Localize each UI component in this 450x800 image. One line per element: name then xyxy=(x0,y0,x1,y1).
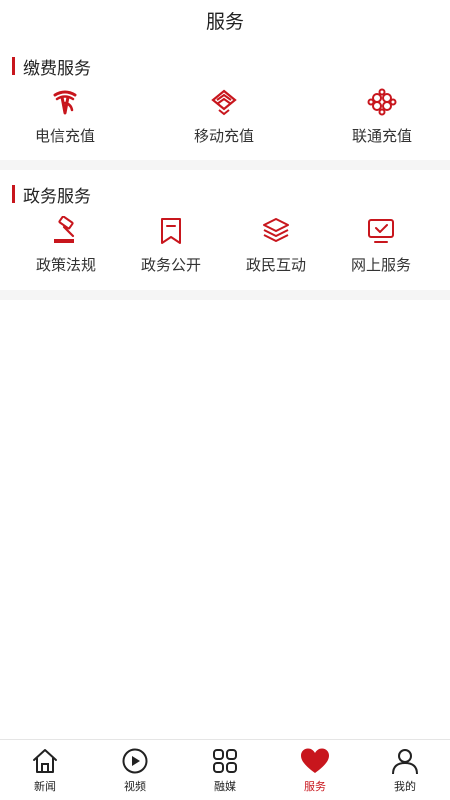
policy-regulations-button[interactable]: 政策法规 xyxy=(16,216,116,275)
tab-media-label: 融媒 xyxy=(214,780,236,793)
section-title-text: 缴费服务 xyxy=(23,58,91,79)
citizen-interaction-label: 政民互动 xyxy=(245,256,306,274)
section-title-payment: 缴费服务 xyxy=(12,55,91,79)
play-circle-icon xyxy=(120,746,150,776)
tab-video[interactable]: 视频 xyxy=(90,740,180,800)
government-affairs-open-label: 政务公开 xyxy=(140,256,201,274)
page-title-text: 服务 xyxy=(205,10,244,33)
china-mobile-icon xyxy=(209,87,239,117)
government-affairs-open-button[interactable]: 政务公开 xyxy=(121,216,221,275)
layers-icon xyxy=(261,216,291,246)
tab-video-label: 视频 xyxy=(124,780,146,793)
tab-news[interactable]: 新闻 xyxy=(0,740,90,800)
china-unicom-icon xyxy=(367,87,397,117)
section-divider xyxy=(0,160,450,170)
page-title: 服务 xyxy=(0,0,450,40)
china-telecom-icon xyxy=(50,87,80,117)
mobile-recharge-button[interactable]: 移动充值 xyxy=(174,87,274,146)
grid-icon xyxy=(210,746,240,776)
heart-icon xyxy=(300,746,330,776)
unicom-recharge-label: 联通充值 xyxy=(351,127,412,145)
home-icon xyxy=(30,746,60,776)
section-title-government: 政务服务 xyxy=(12,183,91,207)
online-services-button[interactable]: 网上服务 xyxy=(331,216,431,275)
tab-profile[interactable]: 我的 xyxy=(360,740,450,800)
policy-regulations-label: 政策法规 xyxy=(35,256,96,274)
unicom-recharge-button[interactable]: 联通充值 xyxy=(332,87,432,146)
section-divider xyxy=(0,290,450,300)
section-title-text: 政务服务 xyxy=(23,186,91,207)
bookmark-icon xyxy=(156,216,186,246)
tab-news-label: 新闻 xyxy=(34,780,56,793)
citizen-interaction-button[interactable]: 政民互动 xyxy=(226,216,326,275)
bottom-tab-bar: 新闻 视频 融媒 服务 我的 xyxy=(0,739,450,800)
government-section: 政务服务 政策法规 政务公开 政民互动 网上服务 xyxy=(0,170,450,288)
payment-section: 缴费服务 电信充值 移动充值 联通充值 xyxy=(0,50,450,160)
tab-services-label: 服务 xyxy=(304,780,326,793)
user-icon xyxy=(390,746,420,776)
tab-media[interactable]: 融媒 xyxy=(180,740,270,800)
telecom-recharge-button[interactable]: 电信充值 xyxy=(15,87,115,146)
telecom-recharge-label: 电信充值 xyxy=(34,127,95,145)
tab-services[interactable]: 服务 xyxy=(270,740,360,800)
tab-profile-label: 我的 xyxy=(394,780,416,793)
online-services-label: 网上服务 xyxy=(350,256,411,274)
mobile-recharge-label: 移动充值 xyxy=(193,127,254,145)
monitor-check-icon xyxy=(366,216,396,246)
section-marker xyxy=(12,57,15,75)
gavel-icon xyxy=(51,216,81,246)
section-marker xyxy=(12,185,15,203)
